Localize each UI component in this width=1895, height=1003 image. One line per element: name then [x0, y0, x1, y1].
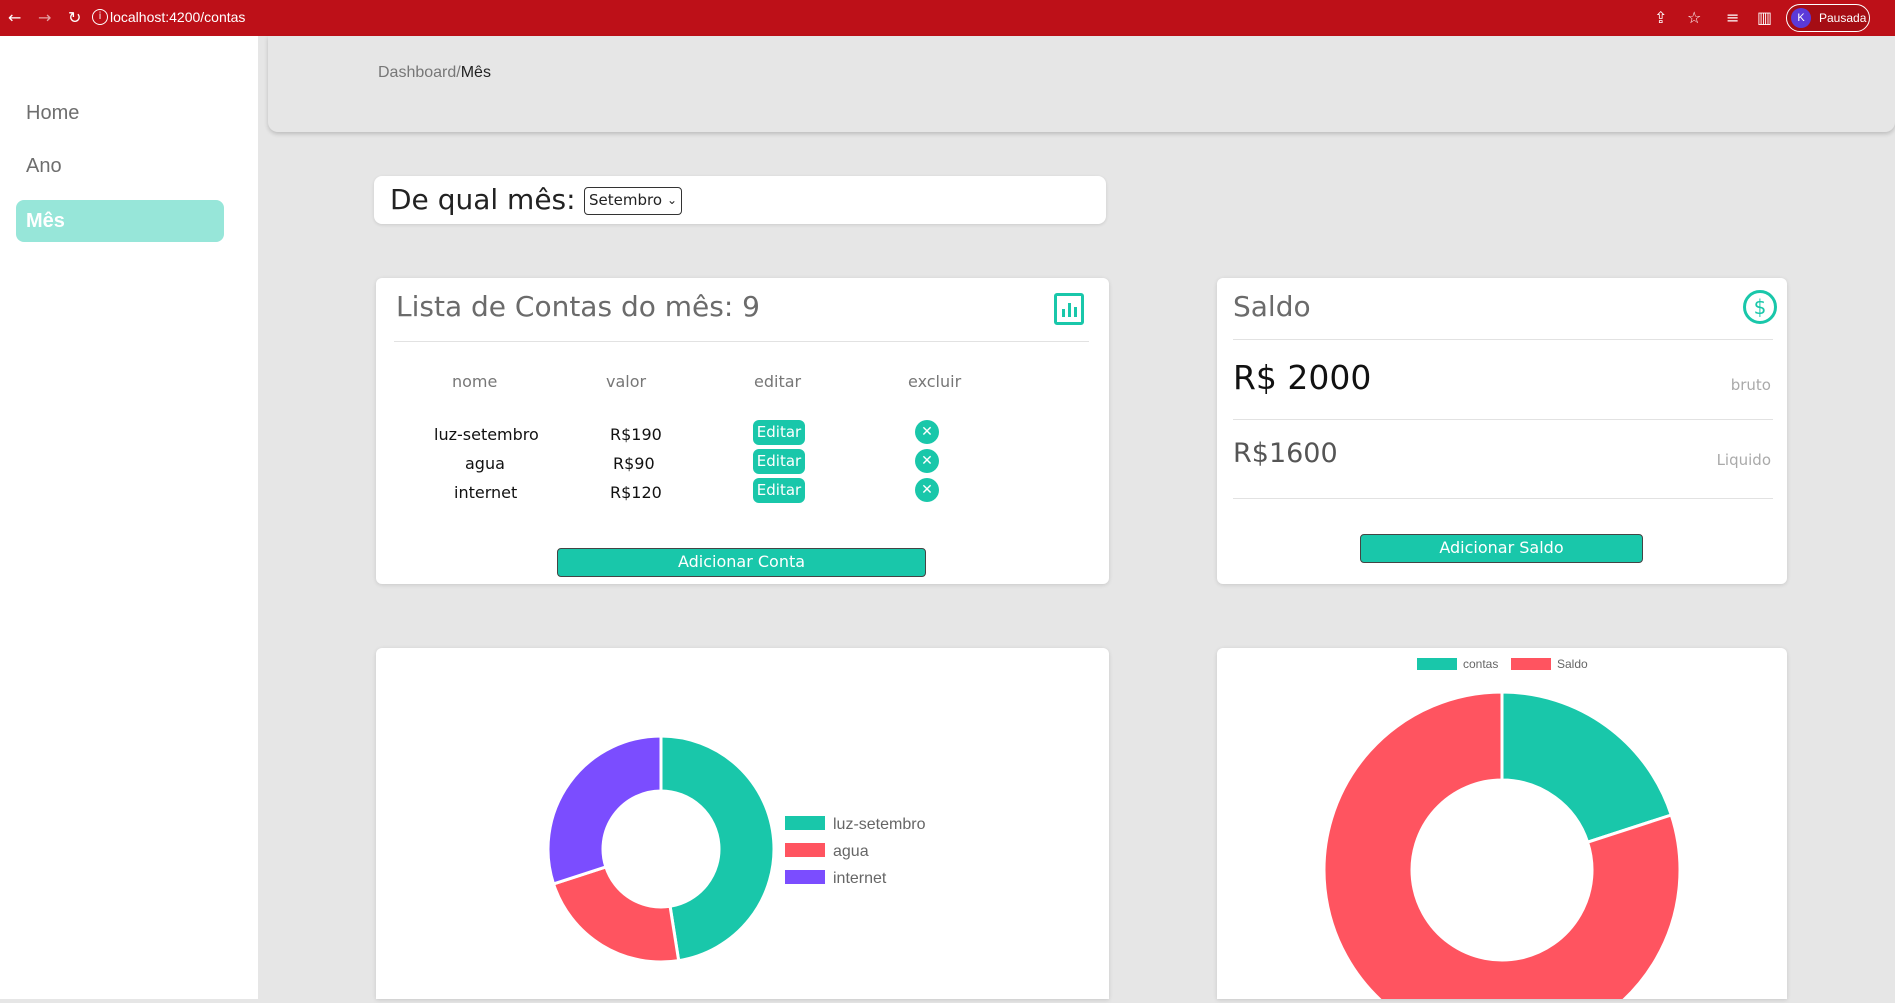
forward-arrow-icon[interactable]: → — [38, 8, 51, 28]
delete-icon[interactable]: ✕ — [915, 449, 939, 473]
legend-label[interactable]: Saldo — [1557, 657, 1588, 671]
share-icon[interactable]: ⇪ — [1654, 8, 1667, 28]
profile-button[interactable]: K Pausada — [1786, 4, 1870, 32]
address-bar[interactable]: localhost:4200/contas — [110, 9, 245, 25]
column-header-excluir: excluir — [908, 372, 962, 391]
reading-list-icon[interactable]: ≡ — [1726, 8, 1739, 28]
slice-agua[interactable] — [552, 865, 681, 964]
column-header-nome: nome — [452, 372, 498, 391]
divider — [394, 341, 1089, 342]
sidebar-item-mes[interactable]: Mês — [16, 200, 224, 242]
legend-label[interactable]: luz-setembro — [833, 816, 926, 833]
legend-swatch — [785, 816, 825, 830]
profile-avatar: K — [1791, 8, 1811, 28]
edit-button[interactable]: Editar — [753, 449, 805, 474]
sidebar: Home Ano Mês — [0, 36, 258, 999]
legend-swatch — [1511, 658, 1551, 670]
row-valor: R$120 — [610, 483, 662, 502]
saldo-doughnut-chart: contas Saldo — [1322, 657, 1682, 1003]
delete-icon[interactable]: ✕ — [915, 478, 939, 502]
edit-button[interactable]: Editar — [753, 478, 805, 503]
slice-Saldo[interactable] — [1322, 690, 1682, 1003]
page-header: Dashboard/Mês — [268, 36, 1895, 132]
divider — [1233, 339, 1773, 340]
legend-label[interactable]: contas — [1463, 657, 1498, 671]
legend-swatch — [785, 843, 825, 857]
site-info-icon[interactable]: i — [92, 9, 108, 25]
column-header-editar: editar — [754, 372, 802, 391]
month-selector-card: De qual mês: Setembro ⌄ — [374, 176, 1106, 224]
slice-luz-setembro[interactable] — [659, 734, 776, 963]
add-conta-button[interactable]: Adicionar Conta — [557, 548, 926, 577]
legend-label[interactable]: internet — [833, 870, 887, 887]
contas-doughnut-chart: luz-setembro agua internet — [546, 734, 926, 964]
back-arrow-icon[interactable]: ← — [8, 8, 21, 28]
breadcrumb-current: Mês — [460, 64, 491, 81]
saldo-bruto-value: R$ 2000 — [1233, 358, 1372, 397]
contas-title: Lista de Contas do mês: 9 — [396, 290, 760, 323]
column-header-valor: valor — [606, 372, 647, 391]
side-panel-icon[interactable]: ▥ — [1757, 8, 1772, 28]
saldo-card: Saldo $ R$ 2000 bruto R$1600 Liquido Adi… — [1217, 278, 1787, 584]
bookmark-star-icon[interactable]: ☆ — [1687, 8, 1701, 28]
divider — [1233, 419, 1773, 420]
bar-chart-icon — [1054, 293, 1084, 325]
slice-internet[interactable] — [546, 734, 663, 886]
saldo-chart-card: contas Saldo — [1217, 648, 1787, 1003]
saldo-liquido-label: Liquido — [1716, 451, 1771, 469]
row-nome: internet — [454, 483, 518, 502]
breadcrumb-parent[interactable]: Dashboard/ — [378, 64, 461, 81]
month-select-value: Setembro — [589, 191, 663, 209]
divider — [1233, 498, 1773, 499]
row-nome: agua — [465, 454, 505, 473]
month-select[interactable]: Setembro ⌄ — [584, 187, 682, 215]
sidebar-item-home[interactable]: Home — [16, 92, 224, 134]
browser-bar: ← → ↻ i localhost:4200/contas ⇪ ☆ ≡ ▥ K … — [0, 0, 1895, 36]
month-selector-label: De qual mês: — [390, 183, 576, 216]
legend-label[interactable]: agua — [833, 843, 869, 860]
saldo-bruto-label: bruto — [1730, 376, 1771, 394]
row-valor: R$90 — [613, 454, 655, 473]
legend-swatch — [785, 870, 825, 884]
legend-swatch — [1417, 658, 1457, 670]
profile-status: Pausada — [1819, 11, 1867, 25]
saldo-liquido-value: R$1600 — [1233, 438, 1338, 469]
slice-contas[interactable] — [1500, 690, 1673, 844]
dollar-icon: $ — [1743, 290, 1777, 324]
contas-chart-card: luz-setembro agua internet — [376, 648, 1109, 999]
row-nome: luz-setembro — [434, 425, 539, 444]
row-valor: R$190 — [610, 425, 662, 444]
add-saldo-button[interactable]: Adicionar Saldo — [1360, 534, 1643, 563]
edit-button[interactable]: Editar — [753, 420, 805, 445]
reload-icon[interactable]: ↻ — [68, 8, 81, 28]
saldo-title: Saldo — [1233, 290, 1311, 323]
contas-card: Lista de Contas do mês: 9 nome valor edi… — [376, 278, 1109, 584]
chevron-down-icon: ⌄ — [666, 193, 677, 207]
breadcrumb: Dashboard/Mês — [378, 64, 491, 82]
sidebar-item-ano[interactable]: Ano — [16, 145, 224, 187]
delete-icon[interactable]: ✕ — [915, 420, 939, 444]
